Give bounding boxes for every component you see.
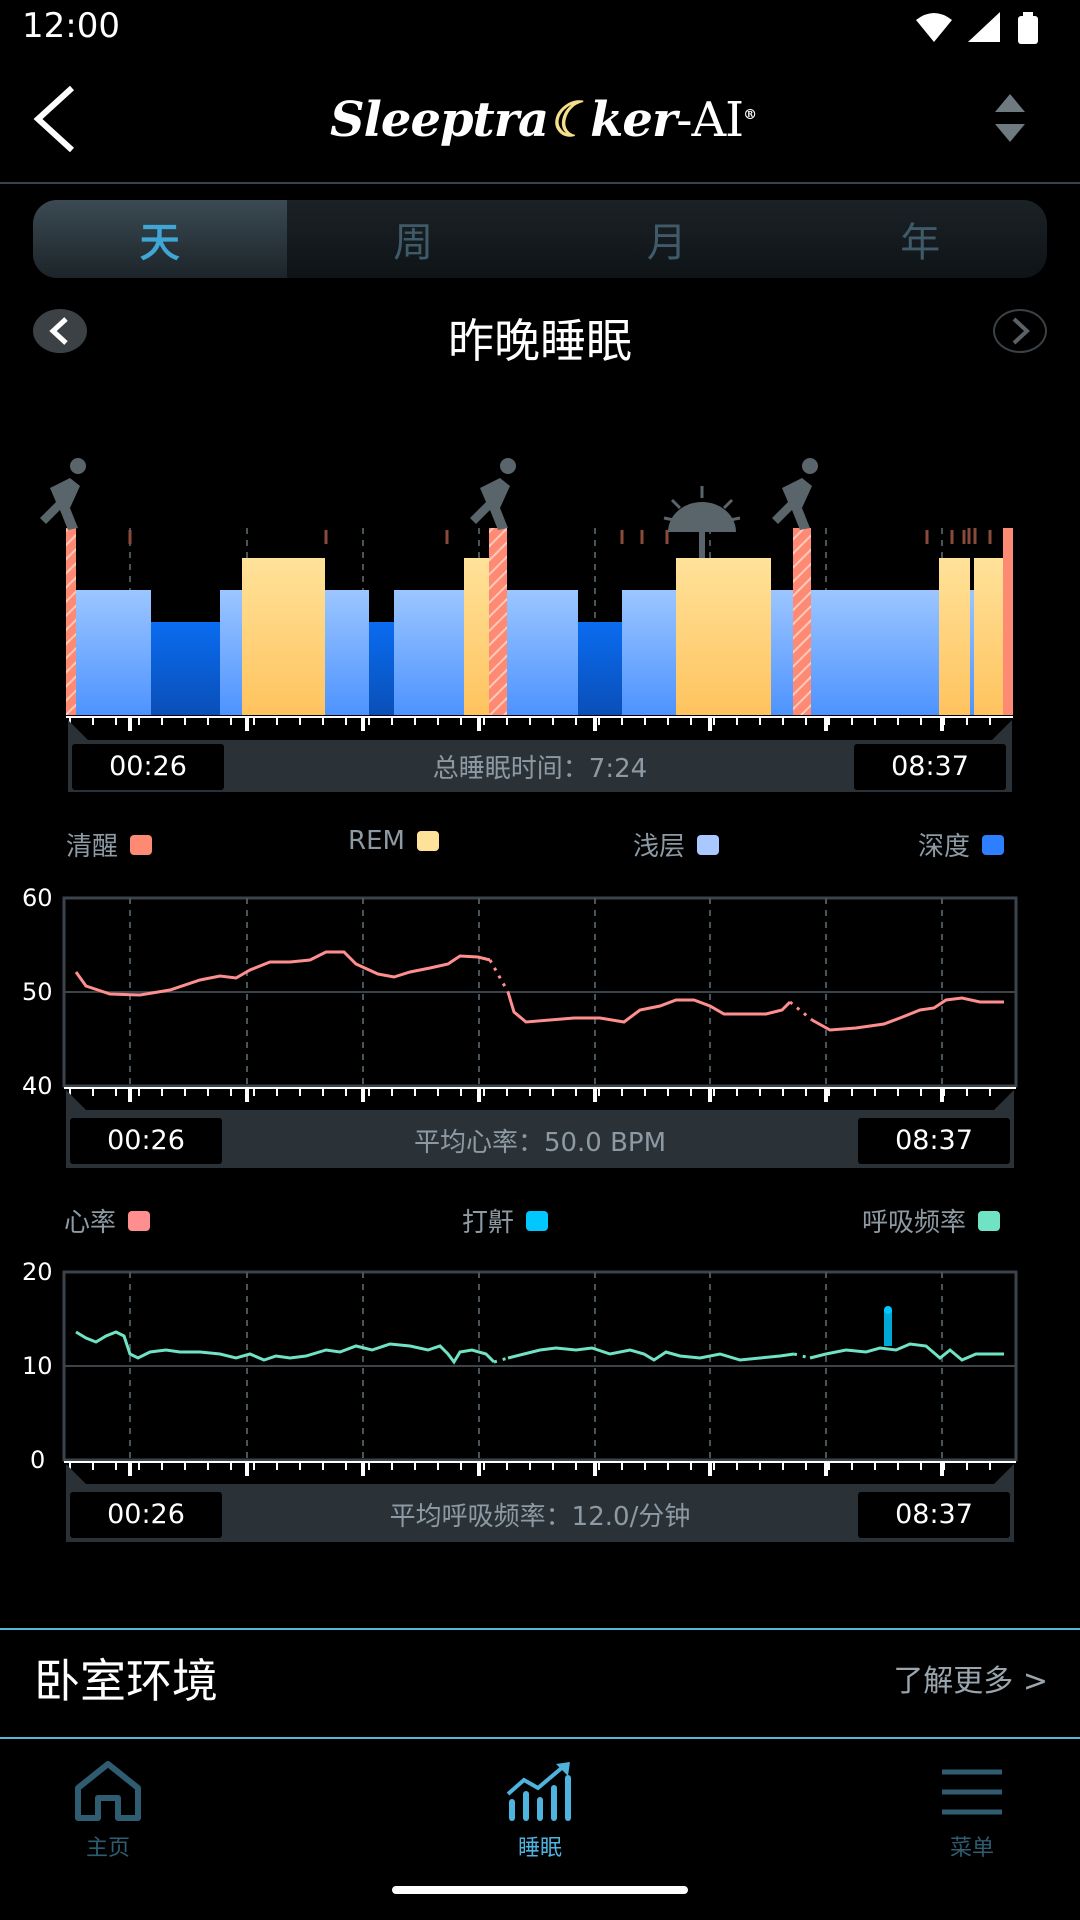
wake-person-icon bbox=[470, 458, 516, 530]
total-sleep-label: 总睡眠时间：7:24 bbox=[432, 754, 648, 784]
nav-sleep[interactable]: 睡眠 bbox=[470, 1760, 610, 1862]
avg-heart-rate-label: 平均心率：50.0 BPM bbox=[413, 1128, 667, 1158]
legend-heart-rate: 心率 bbox=[64, 1202, 151, 1239]
stage-bar-rem bbox=[676, 558, 771, 715]
battery-icon bbox=[1018, 16, 1038, 44]
legend-light-label: 浅层 bbox=[633, 832, 686, 862]
stage-bar-light bbox=[325, 590, 369, 715]
snore-event-bar bbox=[884, 1310, 892, 1346]
awake-markers bbox=[128, 528, 992, 544]
legend-deep-swatch bbox=[982, 834, 1005, 855]
nav-home-label: 主页 bbox=[85, 1836, 130, 1861]
sleep-chart-icon bbox=[506, 1762, 571, 1821]
tab-week[interactable]: 周 bbox=[287, 200, 541, 278]
logo-reg: ® bbox=[743, 107, 757, 123]
wake-person-icon bbox=[40, 458, 86, 530]
logo-suffix: -AI bbox=[676, 92, 744, 148]
chevron-right-icon bbox=[1012, 317, 1030, 345]
stage-bar-deep bbox=[578, 622, 622, 715]
sort-button[interactable] bbox=[980, 90, 1040, 150]
stage-bar-awake bbox=[489, 528, 507, 715]
legend-awake-swatch bbox=[130, 834, 153, 855]
nav-menu-label: 菜单 bbox=[949, 1836, 994, 1861]
hr-start-time: 00:26 bbox=[70, 1118, 222, 1164]
stage-bar-rem bbox=[242, 558, 325, 715]
stage-bar-rem bbox=[939, 558, 970, 715]
nav-sleep-label: 睡眠 bbox=[517, 1836, 562, 1861]
br-start-time: 00:26 bbox=[70, 1492, 222, 1538]
stage-bar-deep bbox=[151, 622, 220, 715]
legend-rem-swatch bbox=[416, 831, 439, 851]
hr-end-time: 08:37 bbox=[858, 1118, 1010, 1164]
legend-heart-rate-label: 心率 bbox=[64, 1208, 117, 1238]
heart-rate-line bbox=[74, 950, 491, 997]
status-icons bbox=[910, 10, 1050, 46]
wifi-icon bbox=[916, 13, 952, 42]
nav-menu[interactable]: 菜单 bbox=[902, 1760, 1042, 1862]
stage-bar-light bbox=[394, 590, 464, 715]
stage-bar-light bbox=[507, 590, 578, 715]
tab-month[interactable]: 月 bbox=[540, 200, 794, 278]
app-logo: Sleeptra☾ker-AI® bbox=[330, 92, 760, 162]
legend-rem: REM bbox=[348, 826, 439, 856]
wake-person-icon bbox=[772, 458, 818, 530]
legend-snore-swatch bbox=[526, 1210, 549, 1231]
header-divider bbox=[0, 182, 1080, 184]
signal-icon bbox=[968, 12, 1000, 42]
sort-arrows-icon bbox=[995, 94, 1025, 142]
stage-bar-light bbox=[622, 590, 676, 715]
sunrise-icon bbox=[663, 486, 741, 558]
stage-bar-light bbox=[220, 590, 242, 715]
stage-bar-awake bbox=[66, 528, 76, 715]
home-icon bbox=[75, 1761, 141, 1821]
legend-heart-rate-swatch bbox=[128, 1210, 151, 1231]
stage-start-time: 00:26 bbox=[72, 744, 224, 790]
legend-awake: 清醒 bbox=[66, 826, 153, 863]
legend-rem-label: REM bbox=[348, 826, 405, 856]
back-button[interactable] bbox=[30, 84, 90, 154]
menu-icon bbox=[942, 1769, 1002, 1815]
breathing-line bbox=[75, 1330, 496, 1365]
stage-bar-rem bbox=[464, 558, 489, 715]
legend-breathing: 呼吸频率 bbox=[862, 1202, 1001, 1239]
stage-end-time: 08:37 bbox=[854, 744, 1006, 790]
next-night-button[interactable] bbox=[993, 309, 1047, 353]
logo-text-2: ker bbox=[590, 92, 677, 148]
legend-breathing-swatch bbox=[978, 1210, 1001, 1231]
logo-text-1: Sleeptra bbox=[330, 92, 549, 148]
stage-bar-light bbox=[811, 590, 939, 715]
stage-axis-ticks bbox=[69, 717, 991, 731]
moon-icon: ☾ bbox=[548, 92, 591, 148]
stage-bar-light bbox=[970, 590, 974, 715]
nav-home[interactable]: 主页 bbox=[38, 1760, 178, 1862]
home-indicator bbox=[392, 1886, 688, 1894]
bedroom-divider-top bbox=[0, 1628, 1080, 1630]
legend-light: 浅层 bbox=[633, 826, 720, 863]
stage-bar-deep bbox=[369, 622, 394, 715]
legend-deep-label: 深度 bbox=[918, 832, 971, 862]
legend-light-swatch bbox=[697, 834, 720, 855]
legend-awake-label: 清醒 bbox=[66, 832, 119, 862]
stage-bar-light bbox=[771, 590, 793, 715]
tab-day[interactable]: 天 bbox=[33, 200, 287, 278]
stage-bar-awake bbox=[793, 528, 811, 715]
night-title: 昨晚睡眠 bbox=[448, 314, 632, 368]
legend-deep: 深度 bbox=[918, 826, 1005, 863]
legend-snore-label: 打鼾 bbox=[462, 1208, 515, 1238]
avg-breathing-label: 平均呼吸频率：12.0/分钟 bbox=[389, 1502, 691, 1532]
legend-breathing-label: 呼吸频率 bbox=[862, 1208, 967, 1238]
period-tabs: 天 周 月 年 bbox=[33, 200, 1047, 278]
bedroom-title: 卧室环境 bbox=[34, 1654, 218, 1708]
status-time: 12:00 bbox=[22, 6, 120, 46]
tab-year[interactable]: 年 bbox=[794, 200, 1048, 278]
chevron-left-icon bbox=[33, 85, 75, 153]
bedroom-learn-more-link[interactable]: 了解更多 > bbox=[893, 1656, 1048, 1700]
bedroom-divider-bottom bbox=[0, 1737, 1080, 1739]
stage-bar-light bbox=[76, 590, 151, 715]
br-end-time: 08:37 bbox=[858, 1492, 1010, 1538]
stage-bar-awake bbox=[1003, 528, 1013, 715]
stage-bars bbox=[66, 528, 1013, 715]
legend-snore: 打鼾 bbox=[462, 1202, 549, 1239]
stage-bar-rem bbox=[974, 558, 1003, 715]
